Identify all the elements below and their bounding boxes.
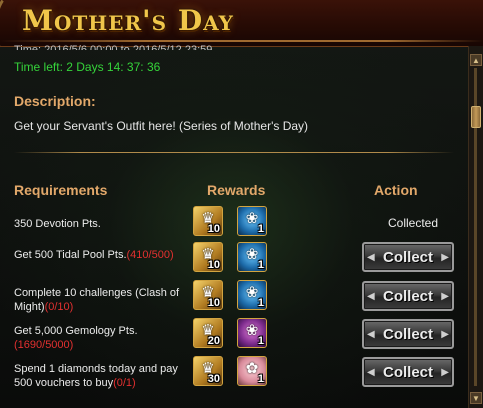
servant-outfit-icon[interactable]: ♛ 10 (193, 242, 223, 272)
scroll-thumb[interactable] (471, 106, 481, 128)
collected-status: Collected (388, 216, 439, 230)
servant-outfit-icon[interactable]: ♛ 10 (193, 280, 223, 310)
event-header: Mother's Day (0, 0, 483, 47)
requirement-text: Spend 1 diamonds today and pay 500 vouch… (14, 362, 184, 390)
requirement-label: Get 5,000 Gemology Pts. (14, 325, 138, 337)
page-title: Mother's Day (22, 4, 234, 37)
reward-quantity: 1 (257, 335, 264, 347)
reward-quantity: 10 (207, 259, 220, 271)
reward-quantity: 20 (207, 335, 220, 347)
servant-outfit-icon[interactable]: ♛ 10 (193, 206, 223, 236)
requirement-label: Spend 1 diamonds today and pay 500 vouch… (14, 363, 178, 389)
time-left-text: Time left: 2 Days 14: 37: 36 (14, 60, 161, 74)
event-time-range: Time: 2016/5/6 00:00 to 2016/5/12 23:59 (14, 44, 213, 50)
requirement-row: Spend 1 diamonds today and pay 500 vouch… (0, 356, 469, 394)
requirement-row: Complete 10 challenges (Clash of Might)(… (0, 280, 469, 318)
requirement-text: Get 500 Tidal Pool Pts.(410/500) (14, 248, 184, 262)
requirement-text: 350 Devotion Pts. (14, 217, 184, 231)
action-header: Action (374, 182, 418, 198)
reward-quantity: 1 (257, 223, 264, 235)
vertical-scrollbar[interactable]: ▲ ▼ (468, 46, 483, 408)
collect-button-label: Collect (382, 364, 433, 381)
reward-quantity: 10 (207, 297, 220, 309)
collect-button[interactable]: ◀ Collect ▶ (362, 357, 454, 387)
scroll-down-button[interactable]: ▼ (470, 392, 482, 404)
purple-gem-icon[interactable]: ❀ 1 (237, 318, 267, 348)
header-divider (0, 40, 483, 42)
collect-button-label: Collect (382, 326, 433, 343)
reward-quantity: 10 (207, 223, 220, 235)
requirement-label: Complete 10 challenges (Clash of Might) (14, 287, 180, 313)
requirement-row: Get 5,000 Gemology Pts. (1690/5000) ♛ 20 ❀… (0, 318, 469, 356)
rewards-header: Rewards (207, 182, 266, 198)
blue-gem-icon[interactable]: ❀ 1 (237, 206, 267, 236)
ornament-right-icon: ▶ (441, 252, 449, 263)
description-text: Get your Servant's Outfit here! (Series … (14, 119, 309, 133)
collect-button[interactable]: ◀ Collect ▶ (362, 242, 454, 272)
requirement-progress: (410/500) (126, 249, 174, 261)
requirement-row: 350 Devotion Pts. ♛ 10 ❀ 1 Collected (0, 206, 469, 244)
scroll-up-button[interactable]: ▲ (470, 54, 482, 66)
requirement-row: Get 500 Tidal Pool Pts.(410/500) ♛ 10 ❀ 1 … (0, 242, 469, 280)
servant-outfit-icon[interactable]: ♛ 20 (193, 318, 223, 348)
collect-button[interactable]: ◀ Collect ▶ (362, 319, 454, 349)
collect-button-label: Collect (382, 249, 433, 266)
description-label: Description: (14, 93, 96, 109)
event-panel: Mother's Day Time: 2016/5/6 00:00 to 201… (0, 0, 483, 408)
requirement-text: Complete 10 challenges (Clash of Might)(… (14, 286, 184, 314)
requirement-label: Get 500 Tidal Pool Pts. (14, 249, 127, 261)
servant-outfit-icon[interactable]: ♛ 30 (193, 356, 223, 386)
requirement-progress: (1690/5000) (14, 339, 74, 351)
reward-quantity: 1 (257, 373, 264, 385)
ornament-right-icon: ▶ (441, 329, 449, 340)
reward-quantity: 30 (207, 373, 220, 385)
requirement-progress: (0/1) (113, 377, 136, 389)
blue-gem-icon[interactable]: ❀ 1 (237, 242, 267, 272)
collect-button[interactable]: ◀ Collect ▶ (362, 281, 454, 311)
blue-gem-icon[interactable]: ❀ 1 (237, 280, 267, 310)
ornament-right-icon: ▶ (441, 367, 449, 378)
requirement-text: Get 5,000 Gemology Pts. (1690/5000) (14, 324, 184, 352)
reward-quantity: 1 (257, 259, 264, 271)
section-divider (14, 152, 454, 153)
requirement-label: 350 Devotion Pts. (14, 218, 101, 230)
requirements-header: Requirements (14, 182, 108, 198)
reward-quantity: 1 (257, 297, 264, 309)
collect-button-label: Collect (382, 288, 433, 305)
ornament-right-icon: ▶ (441, 291, 449, 302)
requirement-progress: (0/10) (44, 301, 74, 313)
pink-rose-icon[interactable]: ✿ 1 (237, 356, 267, 386)
